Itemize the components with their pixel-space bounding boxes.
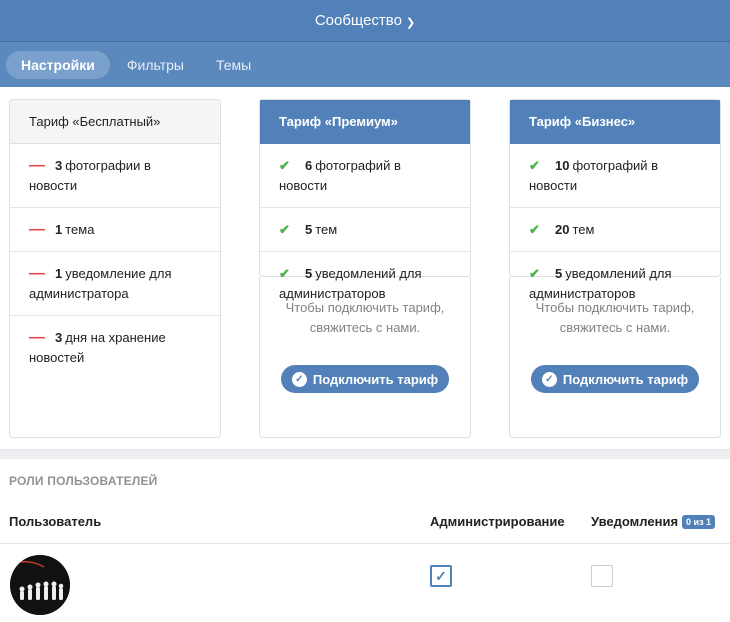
- feature-text: тем: [572, 221, 595, 237]
- feature-count: 1: [55, 221, 63, 237]
- feature-count: 1: [55, 265, 63, 281]
- chevron-down-icon: ❯: [405, 17, 416, 29]
- check-icon: ✔: [529, 221, 540, 237]
- header-divider: [0, 543, 730, 544]
- check-circle-icon: ✓: [291, 371, 307, 387]
- connect-label: Подключить тариф: [312, 371, 439, 387]
- feature-text: тема: [65, 221, 95, 237]
- tab-bar: Настройки Фильтры Темы: [0, 42, 730, 87]
- plan-feature: —3 фотографии в новости: [10, 144, 220, 208]
- plan-footer-premium: Чтобы подключить тариф, свяжитесь с нами…: [259, 277, 471, 438]
- roles-section: РОЛИ ПОЛЬЗОВАТЕЛЕЙ Пользователь Админист…: [0, 459, 730, 622]
- notifications-checkbox[interactable]: [591, 565, 613, 587]
- plan-title-premium: Тариф «Премиум»: [260, 100, 470, 144]
- notifications-count-badge: 0 из 1: [682, 515, 716, 529]
- minus-icon: —: [29, 156, 45, 174]
- header-title-button[interactable]: Сообщество ❯: [315, 12, 415, 29]
- plans-section: Тариф «Бесплатный» —3 фотографии в новост…: [0, 87, 730, 449]
- plan-card-business: Тариф «Бизнес» ✔ 10 фотографий в новости ✔…: [509, 99, 721, 301]
- check-icon: ✔: [529, 157, 540, 173]
- connect-business-button[interactable]: ✓ Подключить тариф: [531, 365, 699, 393]
- connect-label: Подключить тариф: [562, 371, 689, 387]
- plan-title-free: Тариф «Бесплатный»: [10, 100, 220, 144]
- column-header-user: Пользователь: [9, 514, 102, 529]
- checkmark-icon: ✓: [435, 567, 447, 584]
- notifications-label: Уведомления: [591, 514, 679, 529]
- tab-filters[interactable]: Фильтры: [112, 51, 199, 79]
- tab-settings[interactable]: Настройки: [6, 50, 110, 79]
- plan-feature: — 1 тема: [10, 208, 220, 252]
- evolution-silhouette-icon: [10, 555, 70, 615]
- contact-text: Чтобы подключить тариф, свяжитесь с нами…: [535, 300, 695, 335]
- plan-card-premium: Тариф «Премиум» ✔ 6 фотографий в новости ✔…: [259, 99, 471, 301]
- plan-feature: ✔ 20 тем: [510, 208, 720, 252]
- feature-text: тем: [315, 221, 338, 237]
- feature-count: 3: [55, 330, 63, 345]
- feature-count: 10: [555, 157, 570, 173]
- tab-themes[interactable]: Темы: [201, 51, 266, 79]
- minus-icon: —: [29, 329, 45, 346]
- plan-card-free: Тариф «Бесплатный» —3 фотографии в новост…: [9, 99, 221, 438]
- column-header-notifications: Уведомления 0 из 1: [591, 514, 716, 529]
- roles-title: РОЛИ ПОЛЬЗОВАТЕЛЕЙ: [9, 474, 158, 488]
- minus-icon: —: [29, 220, 45, 238]
- contact-text: Чтобы подключить тариф, свяжитесь с нами…: [285, 300, 445, 335]
- check-icon: ✔: [279, 157, 290, 173]
- plan-feature: —1 уведомление для администратора: [10, 252, 220, 316]
- header: Сообщество ❯: [0, 0, 730, 42]
- feature-count: 3: [55, 157, 63, 173]
- check-circle-icon: ✓: [541, 371, 557, 387]
- avatar[interactable]: [10, 555, 70, 615]
- plan-footer-business: Чтобы подключить тариф, свяжитесь с нами…: [509, 277, 721, 438]
- feature-count: 20: [555, 221, 570, 237]
- plan-feature: ✔ 5 тем: [260, 208, 470, 252]
- feature-count: 5: [305, 221, 313, 237]
- plan-feature: ✔ 6 фотографий в новости: [260, 144, 470, 208]
- connect-premium-button[interactable]: ✓ Подключить тариф: [281, 365, 449, 393]
- admin-checkbox[interactable]: ✓: [430, 565, 452, 587]
- minus-icon: —: [29, 264, 45, 282]
- section-divider: [0, 449, 730, 459]
- plan-feature: ✔ 10 фотографий в новости: [510, 144, 720, 208]
- check-icon: ✔: [279, 221, 290, 237]
- header-title: Сообщество: [314, 12, 402, 29]
- column-header-admin: Администрирование: [430, 514, 565, 529]
- feature-count: 6: [305, 157, 313, 173]
- plan-title-business: Тариф «Бизнес»: [510, 100, 720, 144]
- plan-feature: —3 дня на хранение новостей: [10, 316, 220, 380]
